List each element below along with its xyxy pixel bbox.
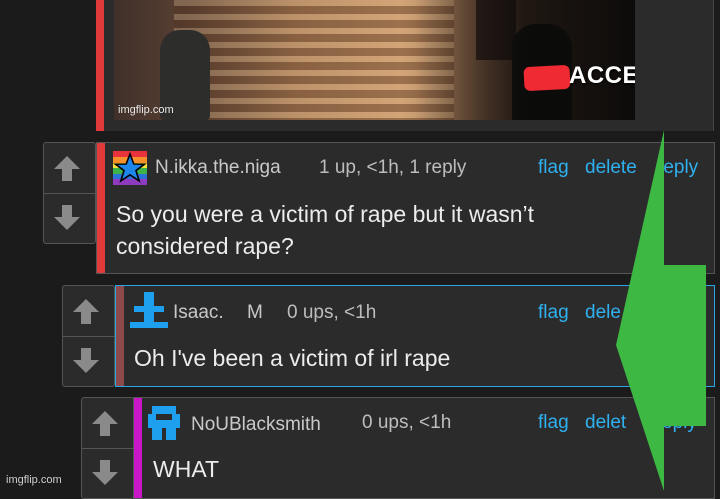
imgflip-watermark: imgflip.com (6, 474, 62, 486)
left-arrow-icon (616, 130, 706, 491)
green-arrow-overlay (616, 130, 706, 491)
